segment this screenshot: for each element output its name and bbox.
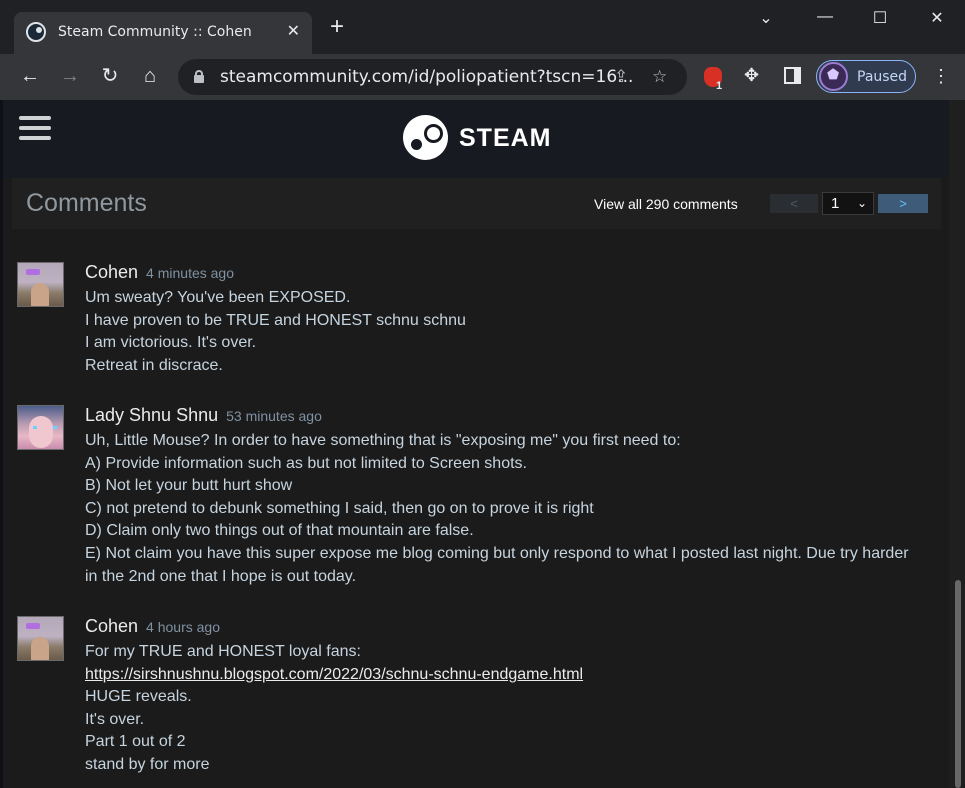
hamburger-menu-icon[interactable] — [19, 116, 51, 144]
blog-link[interactable]: https://sirshnushnu.blogspot.com/2022/03… — [85, 664, 925, 687]
comment-line: B) Not let your butt hurt show — [85, 477, 293, 495]
page-prev-button[interactable]: < — [770, 194, 818, 213]
steam-header: STEAM — [3, 100, 949, 178]
comment-author[interactable]: Lady Shnu Shnu — [85, 405, 218, 425]
page-next-button[interactable]: > — [878, 194, 928, 213]
comment-line: E) Not claim you have this super expose … — [85, 544, 909, 585]
avatar[interactable] — [17, 616, 64, 661]
page-content: STEAM Comments View all 290 comments < 1… — [0, 100, 965, 788]
profile-label: Paused — [857, 69, 908, 85]
window-close-icon[interactable]: ✕ — [922, 8, 952, 28]
comment: Cohen 4 minutes ago Um sweaty? You've bee… — [17, 262, 937, 382]
comment-timestamp: 4 minutes ago — [146, 265, 234, 281]
extension-badge: 1 — [716, 80, 723, 92]
avatar[interactable] — [17, 405, 64, 450]
comment-author-line: Cohen 4 hours ago — [85, 616, 220, 637]
comment-timestamp: 53 minutes ago — [226, 408, 322, 424]
lock-icon[interactable] — [194, 70, 204, 83]
comment-line: Uh, Little Mouse? In order to have somet… — [85, 432, 681, 449]
comment-line: Um sweaty? You've been EXPOSED. — [85, 289, 351, 306]
steam-favicon-icon — [26, 22, 46, 42]
maximize-icon[interactable]: ☐ — [865, 8, 895, 28]
comment-line: A) Provide information such as but not l… — [85, 454, 527, 472]
sidepanel-icon[interactable] — [784, 67, 801, 84]
back-arrow-icon[interactable]: ← — [17, 64, 43, 90]
page-select-value: 1 — [831, 195, 840, 212]
steam-logo-text: STEAM — [459, 124, 552, 152]
comment-line: C) not pretend to debunk something I sai… — [85, 499, 594, 517]
browser-toolbar: ← → ↻ ⌂ steamcommunity.com/id/poliopatie… — [0, 54, 965, 100]
comment-line: For my TRUE and HONEST loyal fans: — [85, 643, 361, 660]
comment-body: Um sweaty? You've been EXPOSED. I have p… — [85, 287, 925, 377]
title-bar: Steam Community :: Cohen ✕ + ⌄ — ☐ ✕ — [0, 0, 965, 54]
comment-author-line: Cohen 4 minutes ago — [85, 262, 234, 283]
comment-line: Part 1 out of 2 — [85, 733, 186, 751]
chevron-down-icon: ⌄ — [856, 196, 867, 210]
comment-timestamp: 4 hours ago — [146, 619, 220, 635]
minimize-icon[interactable]: — — [810, 8, 840, 26]
comment-author[interactable]: Cohen — [85, 262, 138, 282]
view-all-comments-link[interactable]: View all 290 comments — [594, 196, 738, 212]
page-select[interactable]: 1 ⌄ — [822, 192, 874, 215]
comment-line: I am victorious. It's over. — [85, 334, 257, 352]
url-text[interactable]: steamcommunity.com/id/poliopatient?tscn=… — [220, 67, 633, 87]
comment-author-line: Lady Shnu Shnu 53 minutes ago — [85, 405, 322, 426]
scrollbar-thumb[interactable] — [955, 580, 961, 788]
steam-logo-icon — [403, 115, 448, 160]
browser-tab[interactable]: Steam Community :: Cohen ✕ — [14, 12, 312, 54]
reload-icon[interactable]: ↻ — [97, 64, 123, 90]
tab-close-icon[interactable]: ✕ — [287, 21, 300, 41]
comment-line: Retreat in discrace. — [85, 356, 223, 374]
home-icon[interactable]: ⌂ — [137, 64, 163, 90]
comments-header: Comments View all 290 comments < 1 ⌄ > — [12, 178, 941, 229]
profile-button[interactable]: Paused — [816, 60, 916, 93]
comment-line: stand by for more — [85, 755, 210, 773]
comment: Lady Shnu Shnu 53 minutes ago Uh, Little … — [17, 405, 937, 590]
browser-window: Steam Community :: Cohen ✕ + ⌄ — ☐ ✕ ← →… — [0, 0, 965, 788]
star-icon[interactable]: ☆ — [652, 67, 667, 87]
address-bar[interactable]: steamcommunity.com/id/poliopatient?tscn=… — [178, 59, 687, 95]
comment-body: Uh, Little Mouse? In order to have somet… — [85, 430, 925, 588]
comment: Cohen 4 hours ago For my TRUE and HONEST … — [17, 616, 937, 788]
comment-line: D) Claim only two things out of that mou… — [85, 522, 474, 540]
avatar[interactable] — [17, 262, 64, 307]
puzzle-icon[interactable]: ✥ — [744, 65, 759, 86]
comment-author[interactable]: Cohen — [85, 616, 138, 636]
comment-line: I have proven to be TRUE and HONEST schn… — [85, 311, 466, 329]
tab-title: Steam Community :: Cohen — [58, 24, 252, 40]
comment-body: For my TRUE and HONEST loyal fans: https… — [85, 641, 925, 777]
forward-arrow-icon[interactable]: → — [57, 64, 83, 90]
tab-search-chevron-icon[interactable]: ⌄ — [751, 8, 781, 28]
comment-line: HUGE reveals. — [85, 688, 192, 706]
kebab-menu-icon[interactable]: ⋮ — [932, 66, 950, 87]
share-icon[interactable]: ⇪ — [614, 67, 628, 87]
profile-avatar-icon — [819, 62, 848, 91]
new-tab-icon[interactable]: + — [330, 15, 344, 39]
left-edge — [0, 100, 3, 788]
comments-title: Comments — [26, 189, 147, 217]
comment-line: It's over. — [85, 710, 145, 728]
